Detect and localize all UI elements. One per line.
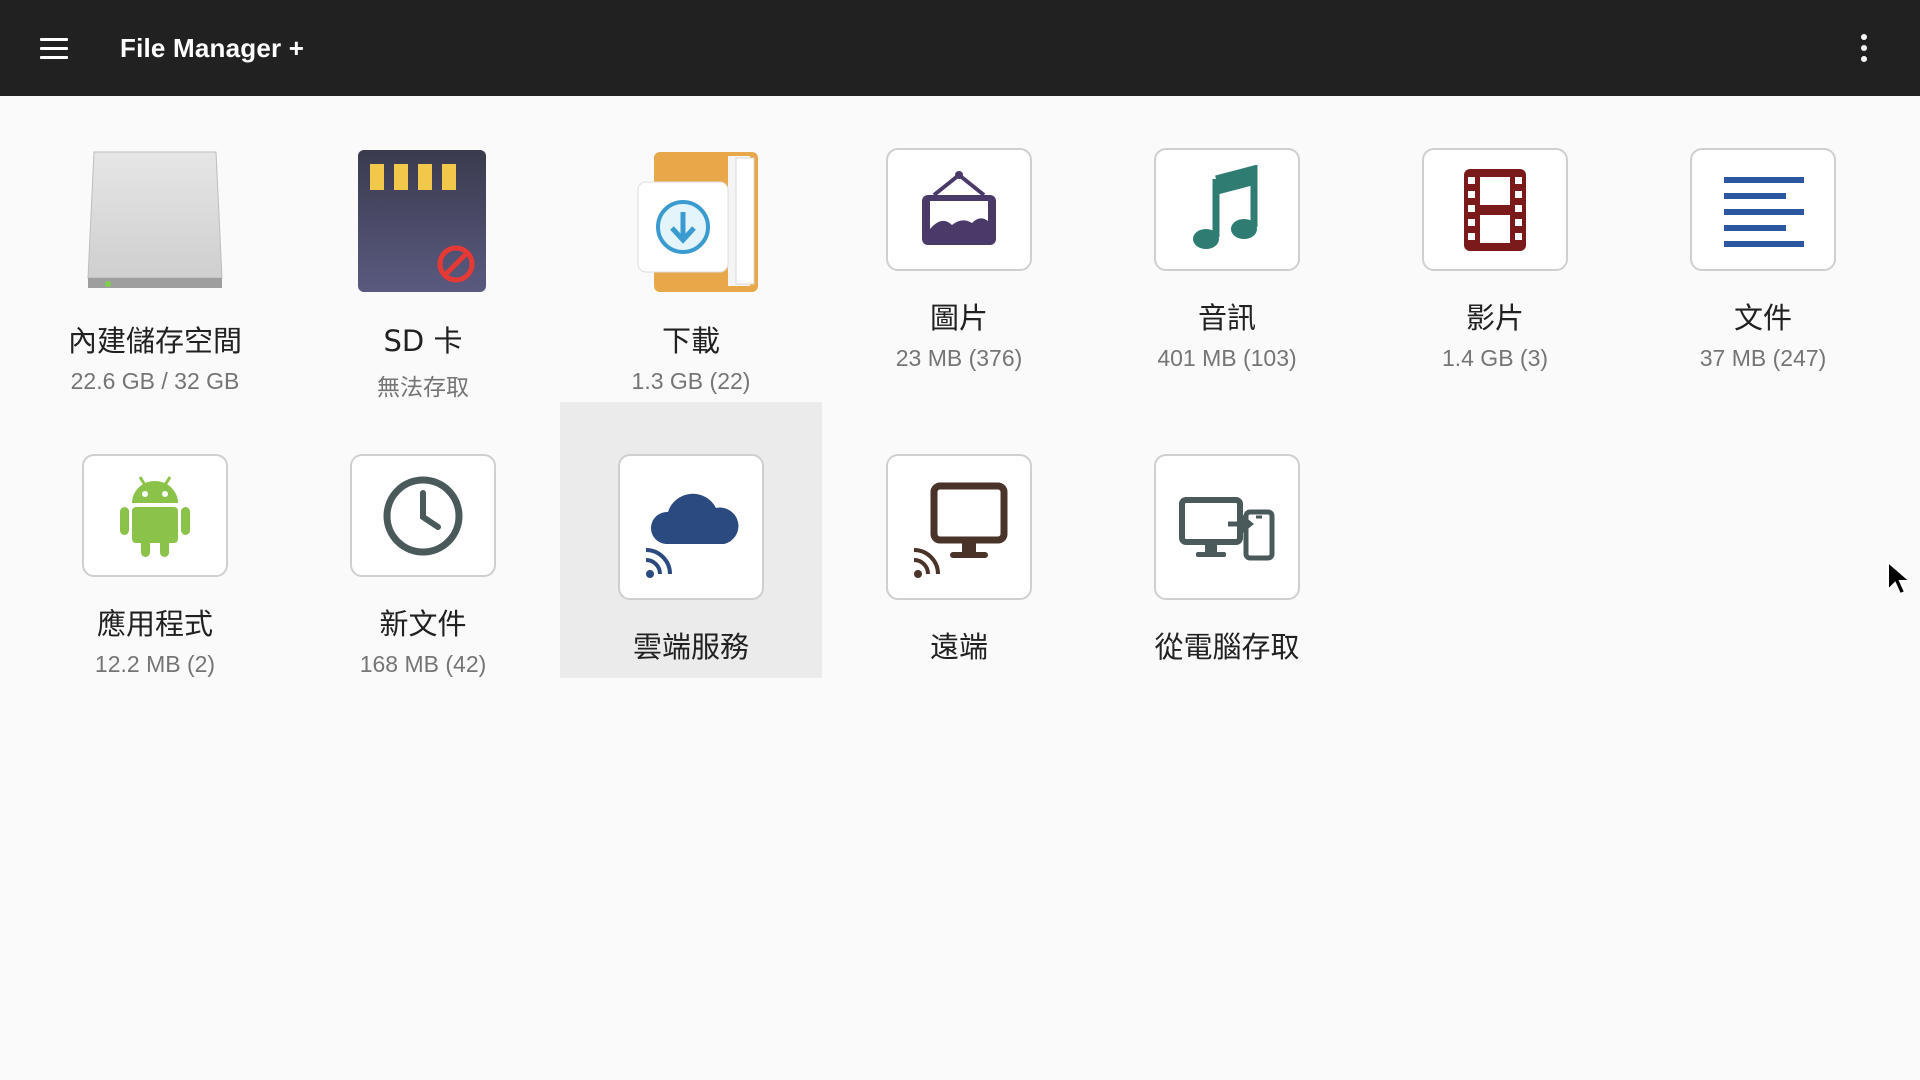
tile-label: 影片 bbox=[1465, 301, 1524, 335]
sd-card-icon bbox=[350, 148, 496, 294]
tile-documents[interactable]: 文件 37 MB (247) bbox=[1632, 96, 1894, 372]
tile-pc-access[interactable]: 從電腦存取 bbox=[1096, 402, 1358, 678]
tile-downloads[interactable]: 下載 1.3 GB (22) bbox=[560, 96, 822, 394]
tile-cloud-services[interactable]: 雲端服務 bbox=[560, 402, 822, 678]
app-bar: File Manager + bbox=[0, 0, 1920, 96]
download-folder-icon bbox=[618, 148, 764, 294]
clock-icon bbox=[383, 476, 463, 555]
tile-images[interactable]: 圖片 23 MB (376) bbox=[828, 96, 1090, 372]
music-note-icon bbox=[1193, 164, 1258, 249]
tile-sd-card[interactable]: SD 卡 無法存取 bbox=[292, 96, 554, 400]
tile-label: 音訊 bbox=[1197, 301, 1256, 335]
tile-label: 新文件 bbox=[379, 607, 467, 641]
tile-remote[interactable]: 遠端 bbox=[828, 402, 1090, 678]
document-icon bbox=[1724, 176, 1804, 247]
tile-label: 文件 bbox=[1733, 301, 1792, 335]
remote-monitor-icon bbox=[913, 482, 1008, 578]
tile-label: 圖片 bbox=[929, 301, 988, 335]
tile-label: SD 卡 bbox=[383, 324, 463, 358]
more-vert-icon[interactable] bbox=[1836, 20, 1892, 76]
tile-subtitle: 37 MB (247) bbox=[1699, 345, 1827, 371]
tile-label: 應用程式 bbox=[96, 607, 213, 641]
tile-subtitle: 401 MB (103) bbox=[1157, 345, 1297, 371]
tile-subtitle: 168 MB (42) bbox=[359, 651, 487, 677]
tile-recent-files[interactable]: 新文件 168 MB (42) bbox=[292, 402, 554, 678]
tile-apps[interactable]: 應用程式 12.2 MB (2) bbox=[24, 402, 286, 678]
tile-audio[interactable]: 音訊 401 MB (103) bbox=[1096, 96, 1358, 372]
storage-grid: 內建儲存空間 22.6 GB / 32 GB SD 卡 無法存取 下載 1.3 … bbox=[0, 96, 1920, 1080]
tile-subtitle: 23 MB (376) bbox=[895, 345, 1023, 371]
pc-to-phone-icon bbox=[1179, 497, 1275, 561]
image-icon bbox=[922, 170, 996, 245]
tile-subtitle: 22.6 GB / 32 GB bbox=[70, 368, 240, 394]
tile-internal-storage[interactable]: 內建儲存空間 22.6 GB / 32 GB bbox=[24, 96, 286, 394]
film-icon bbox=[1464, 168, 1526, 251]
tile-subtitle: 無法存取 bbox=[377, 374, 469, 400]
tile-label: 下載 bbox=[661, 324, 720, 358]
tile-subtitle: 12.2 MB (2) bbox=[94, 651, 216, 677]
mouse-cursor-icon bbox=[1887, 560, 1912, 596]
tile-label: 雲端服務 bbox=[632, 630, 749, 664]
tile-label: 遠端 bbox=[929, 630, 988, 664]
app-title: File Manager + bbox=[120, 32, 305, 63]
tile-subtitle: 1.4 GB (3) bbox=[1441, 345, 1549, 371]
tile-subtitle: 1.3 GB (22) bbox=[631, 368, 751, 394]
hamburger-menu-icon[interactable] bbox=[26, 20, 82, 76]
tile-label: 內建儲存空間 bbox=[67, 324, 242, 358]
android-icon bbox=[120, 475, 190, 557]
cloud-icon bbox=[645, 493, 739, 578]
hard-drive-icon bbox=[82, 148, 228, 294]
tile-videos[interactable]: 影片 1.4 GB (3) bbox=[1364, 96, 1626, 372]
tile-label: 從電腦存取 bbox=[1154, 630, 1300, 664]
